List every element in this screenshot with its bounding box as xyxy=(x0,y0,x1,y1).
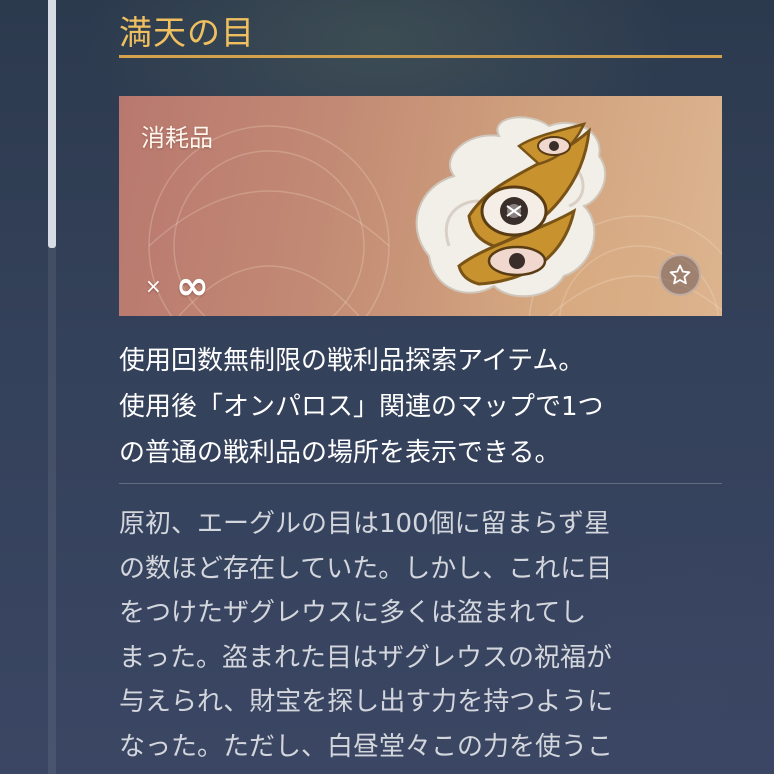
description-line: の普通の戦利品の場所を表示できる。 xyxy=(119,438,561,468)
quantity-prefix: × xyxy=(145,274,162,298)
golden-eye-artifact-icon xyxy=(415,116,607,298)
lore-line: 原初、エーグルの目は100個に留まらず星 xyxy=(119,509,611,539)
favorite-button[interactable] xyxy=(659,254,701,296)
lore-line: の数ほど存在していた。しかし、これに目 xyxy=(119,553,613,584)
description-line: 使用回数無制限の戦利品探索アイテム。 xyxy=(119,346,585,376)
item-quantity: × ∞ xyxy=(145,263,209,309)
lore-line: 与えられ、財宝を探し出す力を持つように xyxy=(119,687,614,717)
lore-line: をつけたザグレウスに多くは盗まれてし xyxy=(119,598,587,628)
star-icon xyxy=(669,264,691,285)
item-lore: 原初、エーグルの目は100個に留まらず星 の数ほど存在していた。しかし、これに目… xyxy=(119,502,729,769)
description-line: 使用後「オンパロス」関連のマップで1つ xyxy=(119,392,604,422)
item-description: 使用回数無制限の戦利品探索アイテム。 使用後「オンパロス」関連のマップで1つ の… xyxy=(119,338,729,476)
section-divider xyxy=(119,483,722,484)
lore-line: まった。盗まれた目はザグレウスの祝福が xyxy=(119,642,612,673)
lore-line: なった。ただし、白昼堂々この力を使うこ xyxy=(119,731,614,762)
item-card: 消耗品 × ∞ xyxy=(119,96,722,316)
scrollbar-thumb[interactable] xyxy=(48,0,56,248)
item-title: 満天の目 xyxy=(119,13,255,52)
quantity-value: ∞ xyxy=(175,263,209,309)
scrollbar-track[interactable] xyxy=(48,0,56,774)
item-category: 消耗品 xyxy=(141,124,213,152)
title-divider xyxy=(119,55,722,58)
